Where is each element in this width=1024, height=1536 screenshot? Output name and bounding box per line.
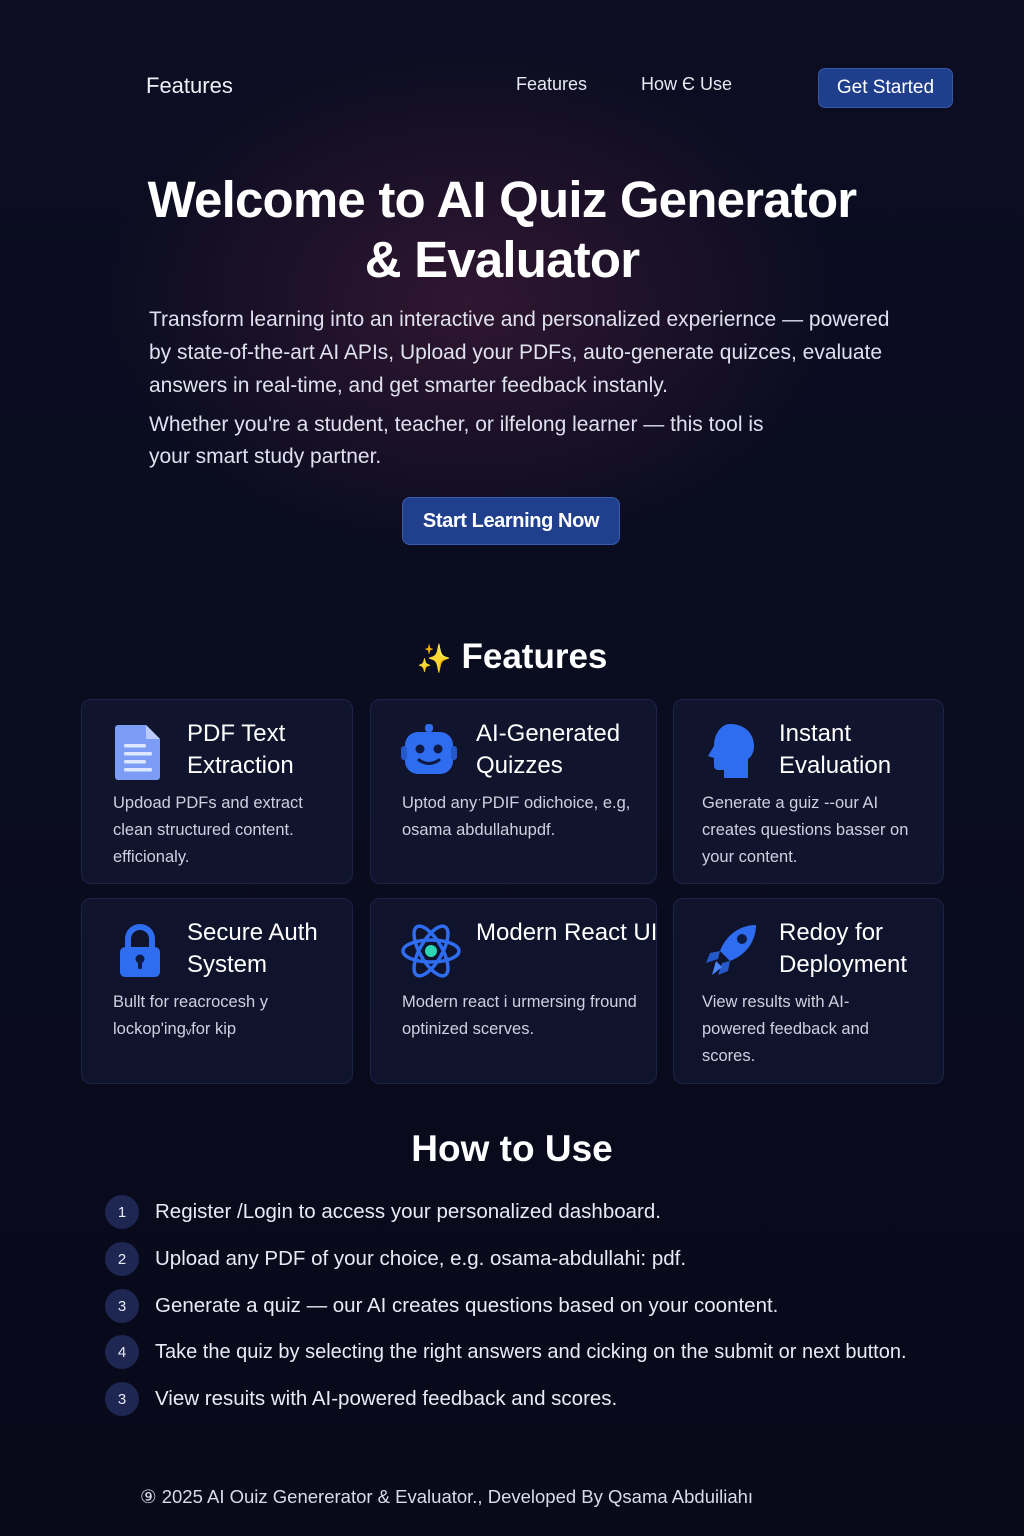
- features-heading-text: Features: [461, 637, 608, 676]
- nav-link-features[interactable]: Features: [516, 74, 587, 95]
- step-item: 2 Upload any PDF of your choice, e.g. os…: [105, 1241, 1005, 1277]
- step-number: 3: [105, 1382, 139, 1416]
- step-number: 1: [105, 1195, 139, 1229]
- step-item: 3 Generate a quiz — our AI creates quest…: [105, 1288, 1005, 1324]
- feature-desc: View results with AI-powered feedback an…: [702, 993, 869, 1065]
- hero-title-line1: Welcome to AI Quiz Generator: [147, 171, 858, 228]
- sparkle-icon: ✨: [416, 643, 452, 674]
- feature-desc: Uptod anyˑPDIF odichoice, e.g, osama abd…: [402, 794, 631, 839]
- feature-desc: Updoad PDFs and extract clean structured…: [113, 794, 303, 866]
- feature-title: Instant Evaluation: [779, 720, 892, 779]
- feature-title: PDF Text Extraction: [187, 720, 294, 779]
- feature-card-instant-evaluation: Instant Evaluation Generate a guiz --our…: [673, 699, 944, 884]
- feature-title: Redoy for Deployment: [779, 919, 908, 978]
- hero-tagline: Whether you're a student, teacher, or il…: [149, 413, 764, 468]
- head-icon: [704, 722, 760, 782]
- features-heading: ✨ Features: [0, 637, 1024, 677]
- brand-link[interactable]: Features: [146, 73, 233, 99]
- step-number: 3: [105, 1289, 139, 1323]
- footer-copyright: ⑨ 2025 AI Ouiz Genererator & Evaluator.,…: [140, 1486, 754, 1507]
- how-to-use-heading: How to Use: [411, 1128, 613, 1169]
- padlock-icon: [112, 921, 168, 981]
- feature-title: Modern React UI: [476, 919, 658, 946]
- nav-link-how-to-use[interactable]: How Є Use: [641, 74, 732, 95]
- robot-icon: [401, 722, 457, 782]
- feature-card-secure-auth: Secure Auth System Bullt for reacrocesh …: [81, 898, 353, 1084]
- feature-card-react-ui: Modern React UI Modern react i urmersing…: [370, 898, 657, 1084]
- feature-card-ai-quizzes: AI-Generated Quizzes Uptod anyˑPDIF odic…: [370, 699, 657, 884]
- step-text: Take the quiz by selecting the right ans…: [155, 1340, 907, 1363]
- hero-title: Welcome to AI Quiz Generator & Evaluator: [100, 170, 904, 290]
- step-number: 2: [105, 1242, 139, 1276]
- feature-desc: Modern react i urmersing fround optinize…: [402, 993, 637, 1038]
- get-started-button[interactable]: Get Started: [818, 68, 953, 108]
- step-number: 4: [105, 1335, 139, 1369]
- rocket-icon: [704, 921, 760, 981]
- step-text: Register /Login to access your personali…: [155, 1200, 661, 1223]
- feature-card-deployment: Redoy for Deployment View results with A…: [673, 898, 944, 1084]
- feature-title: Secure Auth System: [187, 919, 318, 978]
- feature-card-pdf-extraction: PDF Text Extraction Updoad PDFs and extr…: [81, 699, 353, 884]
- step-item: 1 Register /Login to access your persona…: [105, 1194, 1005, 1230]
- top-nav: Features Features How Є Use Get Started: [0, 0, 1024, 130]
- start-learning-button[interactable]: Start Learning Now: [402, 497, 620, 545]
- step-text: Generate a quiz — our AI creates questio…: [155, 1294, 779, 1317]
- feature-title: AI-Generated Quizzes: [476, 720, 621, 779]
- feature-desc: Generate a guiz --our AI creates questio…: [702, 794, 909, 866]
- step-item: 3 View resuits with AI-powered feedback …: [105, 1381, 1005, 1417]
- step-item: 4 Take the quiz by selecting the right a…: [105, 1334, 1005, 1370]
- feature-desc: Bullt for reacrocesh y lockop'ingᵥfor ki…: [113, 993, 268, 1038]
- step-text: View resuits with AI-powered feedback an…: [155, 1387, 618, 1410]
- step-text: Upload any PDF of your choice, e.g. osam…: [155, 1247, 687, 1270]
- react-atom-icon: [401, 921, 461, 981]
- document-icon: [112, 722, 168, 782]
- hero-title-line2: & Evaluator: [364, 231, 640, 288]
- hero-description: Transform learning into an interactive a…: [149, 308, 890, 397]
